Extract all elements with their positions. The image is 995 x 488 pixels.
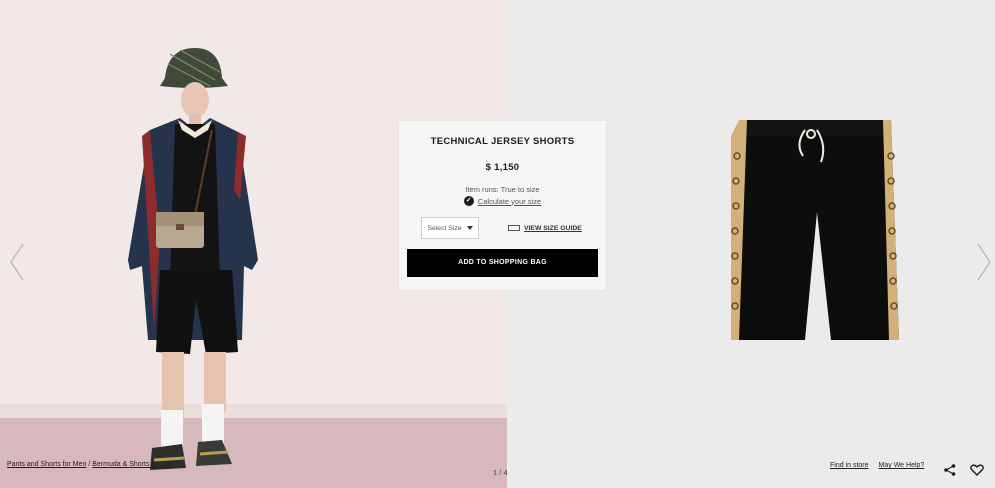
breadcrumb-item-bermuda-shorts[interactable]: Bermuda & Shorts for Men bbox=[92, 461, 175, 468]
chevron-right-icon bbox=[977, 243, 991, 281]
fit-note: Item runs: True to size bbox=[465, 185, 540, 194]
breadcrumb-separator: / bbox=[88, 461, 91, 468]
breadcrumb: Pants and Shorts for Men / Bermuda & Sho… bbox=[7, 461, 175, 468]
breadcrumb-item-pants-shorts[interactable]: Pants and Shorts for Men bbox=[7, 461, 86, 468]
image-pager: 1 / 4 bbox=[493, 468, 508, 477]
add-to-bag-button[interactable]: ADD TO SHOPPING BAG bbox=[407, 249, 598, 277]
chevron-down-icon bbox=[466, 226, 473, 230]
shorts-product-image bbox=[731, 120, 899, 340]
size-select-label: Select Size bbox=[427, 224, 462, 232]
calculate-size-row: ✓ Calculate your size bbox=[399, 196, 606, 206]
size-guide-label: VIEW SIZE GUIDE bbox=[524, 224, 582, 232]
ruler-icon bbox=[508, 225, 520, 231]
size-row: Select Size VIEW SIZE GUIDE bbox=[421, 217, 582, 239]
help-link[interactable]: May We Help? bbox=[879, 462, 925, 469]
heart-icon[interactable] bbox=[970, 463, 984, 477]
find-in-store-link[interactable]: Find in store bbox=[830, 462, 869, 469]
product-title: TECHNICAL JERSEY SHORTS bbox=[430, 136, 575, 147]
model-photo bbox=[128, 48, 258, 470]
size-select[interactable]: Select Size bbox=[421, 217, 479, 239]
product-info-card: TECHNICAL JERSEY SHORTS $ 1,150 Item run… bbox=[399, 121, 606, 290]
previous-image-button[interactable] bbox=[9, 242, 25, 282]
next-image-button[interactable] bbox=[976, 242, 992, 282]
calculator-icon: ✓ bbox=[463, 196, 474, 206]
calculate-size-link[interactable]: Calculate your size bbox=[478, 197, 541, 206]
share-icon[interactable] bbox=[943, 463, 957, 477]
chevron-left-icon bbox=[10, 243, 24, 281]
product-price: $ 1,150 bbox=[485, 162, 520, 173]
footer-links: Find in store May We Help? bbox=[830, 462, 924, 469]
size-guide-link[interactable]: VIEW SIZE GUIDE bbox=[508, 225, 582, 232]
